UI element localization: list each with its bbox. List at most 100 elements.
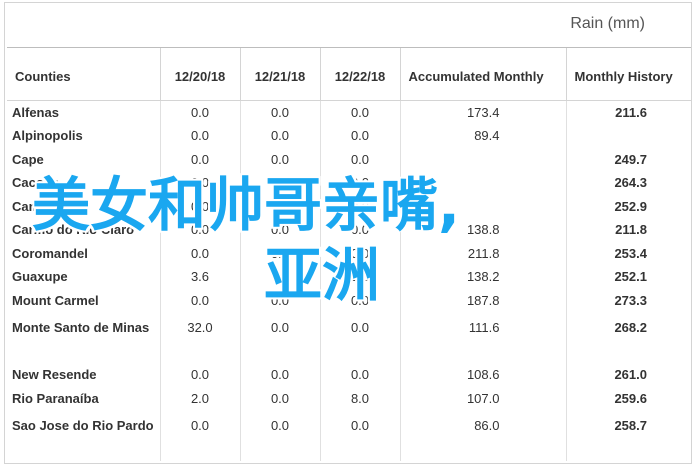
cell-history [566, 124, 691, 148]
cell-history: 268.2 [614, 320, 647, 335]
table-body: Alfenas 0.0 0.0 0.0 173.4 211.6 Alpinopolis 0.0… [7, 100, 691, 461]
table-row: New Resende 0.0 0.0 0.0 108.6 261.0 [7, 363, 691, 387]
cell-history: 211.6 [615, 104, 647, 120]
cell-date-1: 3.6 [160, 265, 241, 289]
cell-county: Sao Jose do Rio Pardo [7, 410, 161, 461]
table-row: Campe 0.0 0.0 0.0 252.9 [7, 194, 691, 218]
cell-date-1: 0.0 [160, 171, 241, 195]
cell-date-1: 0.0 [160, 288, 241, 312]
cell-county: Cacone [7, 171, 161, 195]
table-row: Sao Jose do Rio Pardo 0.0 0.0 0.0 86.0 258.7 [7, 410, 691, 461]
cell-date-1: 0.0 [160, 147, 241, 171]
cell-county: Rio Paranaíba [7, 386, 161, 410]
table-row: Alfenas 0.0 0.0 0.0 173.4 211.6 [7, 100, 691, 124]
cell-accumulated: 211.8 [400, 241, 567, 265]
cell-accumulated: 138.8 [400, 218, 567, 242]
table-row: Coromandel 0.0 0.0 0.0 211.8 253.4 [7, 241, 691, 265]
cell-date-3: 0.0 [320, 363, 401, 387]
header-date-1[interactable]: 12/20/18 [160, 48, 241, 101]
cell-county: Cape [7, 147, 161, 171]
cell-accumulated: 111.6 [400, 312, 567, 363]
cell-history: 211.8 [615, 222, 647, 238]
cell-date-3: 0.0 [320, 218, 401, 242]
cell-date-3: 8.0 [320, 386, 401, 410]
header-date-2[interactable]: 12/21/18 [240, 48, 321, 101]
cell-date-1: 32.0 [160, 312, 241, 363]
cell-history: 264.3 [614, 175, 647, 191]
cell-history: 273.3 [614, 292, 647, 308]
cell-county: Carmo do Rio Claro [7, 218, 161, 242]
header-row: Counties 12/20/18 12/21/18 12/22/18 Accu… [7, 48, 691, 101]
cell-accumulated [400, 147, 567, 171]
header-counties[interactable]: Counties [7, 48, 161, 101]
cell-date-1: 0.0 [160, 194, 241, 218]
rain-table: Counties 12/20/18 12/21/18 12/22/18 Accu… [7, 48, 691, 461]
cell-accumulated: 86.0 [400, 410, 567, 461]
cell-date-2: 0.0 [240, 124, 321, 148]
cell-date-2: 0.0 [240, 241, 321, 265]
cell-date-2: 0.0 [240, 363, 321, 387]
cell-accumulated: 89.4 [400, 124, 567, 148]
cell-date-3: 0.0 [320, 265, 401, 289]
header-monthly-history[interactable]: Monthly History [566, 48, 691, 101]
cell-accumulated: 107.0 [400, 386, 567, 410]
cell-history: 261.0 [614, 367, 647, 383]
panel-title: Rain (mm) [570, 15, 645, 32]
cell-accumulated [400, 171, 567, 195]
cell-date-1: 0.0 [160, 241, 241, 265]
cell-county: Guaxupe [7, 265, 161, 289]
cell-county: Coromandel [7, 241, 161, 265]
cell-county: New Resende [7, 363, 161, 387]
cell-date-2: 0.0 [240, 194, 321, 218]
table-row: Carmo do Rio Claro 0.0 0.0 0.0 138.8 211.8 [7, 218, 691, 242]
header-date-3[interactable]: 12/22/18 [320, 48, 401, 101]
cell-accumulated: 173.4 [400, 100, 567, 124]
cell-date-3: 0.0 [320, 241, 401, 265]
table-row: Guaxupe 3.6 0.0 0.0 138.2 252.1 [7, 265, 691, 289]
cell-date-1: 2.0 [160, 386, 241, 410]
table-row: Alpinopolis 0.0 0.0 0.0 89.4 [7, 124, 691, 148]
cell-date-3: 0.0 [320, 100, 401, 124]
cell-date-2: 0.0 [240, 312, 321, 363]
cell-date-3: 0.0 [320, 124, 401, 148]
rain-table-wrapper: Counties 12/20/18 12/21/18 12/22/18 Accu… [7, 47, 691, 463]
cell-history: 258.7 [614, 418, 647, 433]
cell-date-2: 0.0 [240, 218, 321, 242]
cell-date-2: 0.0 [240, 100, 321, 124]
rain-panel: Rain (mm) Counties 12/20/18 12/21/18 12/… [4, 2, 692, 464]
cell-county: Alfenas [7, 100, 161, 124]
cell-date-2: 0.0 [240, 410, 321, 461]
cell-accumulated: 187.8 [400, 288, 567, 312]
cell-date-2: 0.0 [240, 147, 321, 171]
cell-date-2: 0.0 [240, 171, 321, 195]
cell-date-2: 0.0 [240, 386, 321, 410]
table-row: Mount Carmel 0.0 0.0 0.0 187.8 273.3 [7, 288, 691, 312]
cell-county: Alpinopolis [7, 124, 161, 148]
cell-date-1: 0.0 [160, 410, 241, 461]
cell-date-1: 0.0 [160, 100, 241, 124]
table-row: Monte Santo de Minas 32.0 0.0 0.0 111.6 268.2 [7, 312, 691, 363]
cell-history: 259.6 [614, 390, 647, 406]
cell-history: 252.1 [614, 269, 647, 285]
cell-date-3: 0.0 [320, 171, 401, 195]
cell-date-2: 0.0 [240, 288, 321, 312]
cell-accumulated: 138.2 [400, 265, 567, 289]
header-accumulated-monthly[interactable]: Accumulated Monthly [400, 48, 567, 101]
cell-date-3: 0.0 [320, 288, 401, 312]
cell-history: 252.9 [614, 198, 647, 214]
cell-county: Mount Carmel [7, 288, 161, 312]
cell-date-1: 0.0 [160, 124, 241, 148]
cell-county: Monte Santo de Minas [7, 312, 161, 363]
cell-accumulated: 108.6 [400, 363, 567, 387]
table-row: Rio Paranaíba 2.0 0.0 8.0 107.0 259.6 [7, 386, 691, 410]
cell-date-3: 0.0 [320, 410, 401, 461]
table-row: Cacone 0.0 0.0 0.0 264.3 [7, 171, 691, 195]
cell-date-3: 0.0 [320, 194, 401, 218]
table-row: Cape 0.0 0.0 0.0 249.7 [7, 147, 691, 171]
cell-accumulated [400, 194, 567, 218]
cell-history: 253.4 [614, 245, 647, 261]
cell-date-2: 0.0 [240, 265, 321, 289]
cell-date-3: 0.0 [320, 147, 401, 171]
cell-history: 249.7 [614, 151, 647, 167]
cell-county: Campe [7, 194, 161, 218]
